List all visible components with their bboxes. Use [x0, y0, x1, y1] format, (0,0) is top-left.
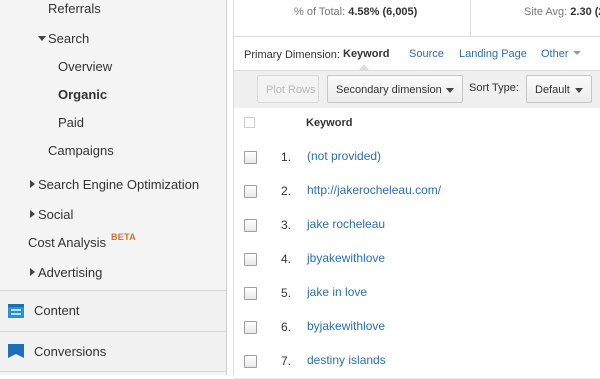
divider	[470, 0, 471, 36]
sidebar-item-referrals[interactable]: Referrals	[0, 0, 226, 21]
keyword-link[interactable]: jbyakewithlove	[307, 251, 385, 265]
secondary-dimension-label: Secondary dimension	[336, 84, 442, 96]
row-checkbox[interactable]	[244, 253, 257, 266]
chevron-down-icon	[575, 88, 583, 93]
sidebar-section-content[interactable]: Content	[0, 290, 226, 331]
sidebar-item-label: Paid	[58, 115, 85, 130]
expand-arrow-icon	[29, 173, 37, 197]
sidebar-item-label: Referrals	[48, 1, 101, 16]
sort-type-label: Sort Type:	[469, 82, 519, 94]
row-number: 1.	[280, 150, 291, 164]
cost-analysis-label: Cost Analysis	[28, 235, 107, 250]
sidebar-item-organic[interactable]: Organic	[0, 83, 226, 107]
chevron-down-icon	[446, 88, 454, 93]
table-row: 3. jake rocheleau	[234, 208, 600, 243]
select-all-checkbox[interactable]	[244, 117, 255, 128]
expand-arrow-icon	[29, 203, 37, 227]
row-number: 3.	[280, 218, 291, 232]
sidebar-item-social[interactable]: Social	[0, 203, 226, 227]
chevron-down-icon	[572, 51, 581, 55]
sidebar-item-label: Advertising	[38, 265, 103, 280]
table-row: 4. jbyakewithlove	[234, 242, 600, 277]
table-row: 6. byjakewithlove	[234, 310, 600, 345]
sidebar-item-label: Campaigns	[48, 143, 114, 158]
sidebar-item-advertising[interactable]: Advertising	[0, 261, 226, 285]
row-checkbox[interactable]	[244, 355, 257, 368]
row-checkbox[interactable]	[244, 219, 257, 232]
divider	[0, 371, 226, 372]
keyword-link[interactable]: destiny islands	[307, 353, 386, 367]
keyword-link[interactable]: jake rocheleau	[307, 217, 385, 231]
sidebar-item-label: Organic	[58, 87, 108, 102]
row-checkbox[interactable]	[244, 151, 257, 164]
sidebar-section-label: Conversions	[34, 344, 107, 359]
percent-of-total-value: 4.58% (6,005)	[348, 6, 418, 18]
dimension-other-dropdown[interactable]: Other	[541, 48, 581, 60]
row-number: 5.	[280, 286, 291, 300]
row-number: 6.	[280, 320, 291, 334]
sidebar-item-overview[interactable]: Overview	[0, 55, 226, 79]
row-checkbox[interactable]	[244, 321, 257, 334]
sidebar-item-label: Social	[38, 207, 74, 222]
report-panel: % of Total: 4.58% (6,005) Site Avg: 2.30…	[233, 0, 600, 379]
sidebar: Referrals Search Overview Organic Paid C…	[0, 0, 227, 375]
percent-of-total: % of Total: 4.58% (6,005)	[294, 6, 417, 18]
table-row: 2. http://jakerocheleau.com/	[234, 174, 600, 209]
table-row: 7. destiny islands	[234, 344, 600, 379]
stats-strip: % of Total: 4.58% (6,005) Site Avg: 2.30…	[234, 0, 600, 37]
percent-of-total-label: % of Total:	[294, 6, 346, 18]
dimension-source-link[interactable]: Source	[409, 48, 444, 60]
keyword-link[interactable]: http://jakerocheleau.com/	[307, 183, 441, 197]
table-toolbar: Plot Rows Secondary dimension Sort Type:…	[234, 70, 600, 110]
sort-type-value: Default	[535, 84, 570, 96]
row-number: 2.	[280, 184, 291, 198]
row-number: 7.	[280, 354, 291, 368]
dimension-other-label: Other	[541, 48, 569, 60]
row-number: 4.	[280, 252, 291, 266]
keyword-link[interactable]: jake in love	[307, 285, 367, 299]
expand-arrow-icon	[29, 261, 37, 285]
dimension-keyword-active: Keyword	[343, 48, 390, 60]
sidebar-item-label: Overview	[58, 59, 113, 74]
site-average: Site Avg: 2.30 (2	[524, 6, 600, 18]
row-checkbox[interactable]	[244, 287, 257, 300]
sidebar-item-search[interactable]: Search	[0, 27, 226, 51]
keyword-link[interactable]: (not provided)	[307, 149, 381, 163]
sidebar-item-campaigns[interactable]: Campaigns	[0, 139, 226, 163]
sidebar-item-paid[interactable]: Paid	[0, 111, 226, 135]
table-row: 5. jake in love	[234, 276, 600, 311]
plot-rows-button[interactable]: Plot Rows	[257, 75, 319, 103]
sidebar-item-label: Cost Analysis	[28, 231, 106, 255]
primary-dimension-label: Primary Dimension:	[244, 49, 340, 61]
sidebar-section-conversions[interactable]: Conversions	[0, 331, 226, 372]
keyword-link[interactable]: byjakewithlove	[307, 319, 385, 333]
collapse-arrow-icon	[38, 27, 46, 51]
site-average-value: 2.30 (2	[570, 6, 600, 18]
secondary-dimension-dropdown[interactable]: Secondary dimension	[327, 75, 463, 103]
content-icon	[8, 304, 24, 318]
site-average-label: Site Avg:	[524, 6, 568, 18]
beta-badge: BETA	[111, 232, 137, 242]
primary-dimension-bar: Primary Dimension: Keyword Source Landin…	[234, 40, 600, 70]
table-row: 1. (not provided)	[234, 140, 600, 175]
flag-icon	[8, 344, 24, 358]
dimension-landing-page-link[interactable]: Landing Page	[459, 48, 527, 60]
sidebar-item-label: Search Engine Optimization	[38, 177, 200, 192]
sort-type-dropdown[interactable]: Default	[526, 75, 592, 103]
sidebar-item-seo[interactable]: Search Engine Optimization	[0, 173, 226, 197]
sidebar-item-cost-analysis[interactable]: Cost Analysis BETA	[0, 231, 226, 255]
row-checkbox[interactable]	[244, 185, 257, 198]
sidebar-item-label: Search	[48, 31, 90, 46]
sidebar-section-label: Content	[34, 303, 80, 318]
plot-rows-label: Plot Rows	[266, 84, 316, 96]
table-header: Keyword	[234, 108, 600, 141]
column-header-keyword[interactable]: Keyword	[306, 117, 352, 129]
